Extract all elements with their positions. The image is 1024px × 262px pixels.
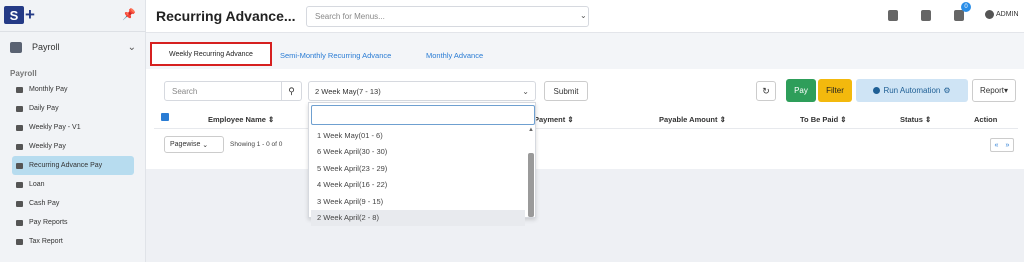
module-label: Payroll [32,42,60,52]
scroll-up-icon[interactable]: ▲ [527,127,535,133]
calendar-icon [16,181,23,188]
select-all-checkbox[interactable] [161,113,169,121]
payroll-icon [10,41,22,53]
sidebar-item-label: Monthly Pay [29,86,68,93]
column-to-be-paid[interactable]: To Be Paid ⇕ [800,115,847,124]
sidebar-menu: Monthly Pay Daily Pay Weekly Pay - V1 We… [12,80,134,251]
dropdown-option[interactable]: 6 Week April(30 - 30) [311,144,525,161]
dropdown-scrollbar[interactable]: ▲ [527,127,535,217]
calendar-icon [16,238,23,245]
paging-select[interactable]: Pagewise ⌄ [164,136,224,153]
avatar [985,10,994,19]
sidebar-item-recurring-advance-pay[interactable]: Recurring Advance Pay [12,156,134,175]
dropdown-option[interactable]: 1 Week May(01 - 6) [311,127,525,144]
tab-monthly-advance[interactable]: Monthly Advance [426,51,483,60]
record-count: Showing 1 - 0 of 0 [230,141,283,148]
sidebar-item-tax-report[interactable]: Tax Report [12,232,134,251]
sidebar-item-label: Daily Pay [29,105,59,112]
app-logo[interactable]: S + [4,4,40,26]
sidebar-item-weekly-pay[interactable]: Weekly Pay [12,137,134,156]
tab-semi-monthly-recurring-advance[interactable]: Semi-Monthly Recurring Advance [280,51,391,60]
report-button[interactable]: Report ▾ [972,79,1016,102]
bell-icon[interactable] [954,10,964,21]
chevron-down-icon: ⌄ [522,86,529,96]
column-employee-name[interactable]: Employee Name ⇕ [208,115,274,124]
sidebar-item-monthly-pay[interactable]: Monthly Pay [12,80,134,99]
main-panel: Weekly Recurring Advance Semi-Monthly Re… [146,33,1024,169]
tab-weekly-recurring-advance[interactable]: Weekly Recurring Advance [150,42,272,66]
building-icon[interactable] [888,10,898,21]
help-icon[interactable] [921,10,931,21]
divider [0,31,146,32]
filter-button[interactable]: Filter [818,79,852,102]
column-payment[interactable]: Payment ⇕ [534,115,574,124]
dropdown-option[interactable]: 4 Week April(16 - 22) [311,177,525,194]
submit-button[interactable]: Submit [544,81,588,101]
period-selected: 2 Week May(7 - 13) [315,86,381,96]
section-title: Payroll [10,69,37,78]
top-bar: Recurring Advance... ⌄ 0 ADMIN [146,0,1024,33]
module-selector[interactable]: Payroll ⌄ [10,40,136,54]
dropdown-option[interactable]: 2 Week April(2 - 8) [311,209,525,226]
sidebar-item-weekly-pay-v1[interactable]: Weekly Pay - V1 [12,118,134,137]
calendar-icon [16,124,23,131]
table-header: Employee Name ⇕ Payment ⇕ Payable Amount… [154,109,1018,129]
sidebar-item-label: Tax Report [29,238,63,245]
dropdown-options: 1 Week May(01 - 6) 6 Week April(30 - 30)… [311,127,525,226]
period-dropdown: 1 Week May(01 - 6) 6 Week April(30 - 30)… [308,102,536,226]
chevron-down-icon: ⌄ [127,41,136,53]
pin-icon[interactable]: 📌 [122,8,136,21]
notification-badge: 0 [961,2,971,12]
pay-button[interactable]: Pay [786,79,816,102]
chevron-down-icon[interactable]: ⌄ [580,11,587,20]
next-page-icon[interactable]: » [1006,142,1010,149]
gear-icon [16,219,23,226]
pagination[interactable]: «» [990,138,1014,152]
search-icon: ⚲ [288,85,295,96]
tab-bar: Weekly Recurring Advance Semi-Monthly Re… [146,33,1024,69]
user-menu[interactable]: ADMIN [985,10,1019,19]
sidebar-item-label: Pay Reports [29,219,68,226]
prev-page-icon[interactable]: « [995,142,999,149]
run-automation-label: Run Automation [883,86,941,95]
play-icon [873,87,881,94]
dropdown-option[interactable]: 3 Week April(9 - 15) [311,193,525,210]
sidebar-item-label: Cash Pay [29,200,60,207]
sidebar-item-cash-pay[interactable]: Cash Pay [12,194,134,213]
period-select[interactable]: 2 Week May(7 - 13) ⌄ [308,81,536,101]
column-payable-amount[interactable]: Payable Amount ⇕ [659,115,726,124]
refresh-icon: ↻ [762,85,770,96]
column-action: Action [974,115,998,124]
menu-search-input[interactable] [306,6,589,27]
sidebar-item-loan[interactable]: Loan [12,175,134,194]
calendar-icon [16,86,23,93]
scroll-thumb[interactable] [528,153,534,217]
column-status[interactable]: Status ⇕ [900,115,931,124]
sidebar-item-daily-pay[interactable]: Daily Pay [12,99,134,118]
calendar-icon [16,105,23,112]
sidebar-item-label: Weekly Pay - V1 [29,124,81,131]
cash-icon [16,200,23,207]
run-automation-button[interactable]: Run Automation ⚙ [856,79,968,102]
user-name: ADMIN [996,11,1019,18]
search-button[interactable]: ⚲ [282,81,302,101]
calendar-icon [16,143,23,150]
dropdown-search-input[interactable] [311,105,535,125]
dropdown-option[interactable]: 5 Week April(23 - 29) [311,160,525,177]
sidebar: S + 📌 Payroll ⌄ Payroll Monthly Pay Daily… [0,0,146,262]
sidebar-item-label: Recurring Advance Pay [29,162,103,169]
gears-icon: ⚙ [943,86,951,95]
calendar-icon [16,162,23,169]
sidebar-item-label: Weekly Pay [29,143,66,150]
sidebar-item-label: Loan [29,181,45,188]
report-label: Report [979,86,1004,95]
refresh-button[interactable]: ↻ [756,81,776,101]
sidebar-item-pay-reports[interactable]: Pay Reports [12,213,134,232]
page-title: Recurring Advance... [156,8,296,24]
search-input[interactable] [164,81,282,101]
